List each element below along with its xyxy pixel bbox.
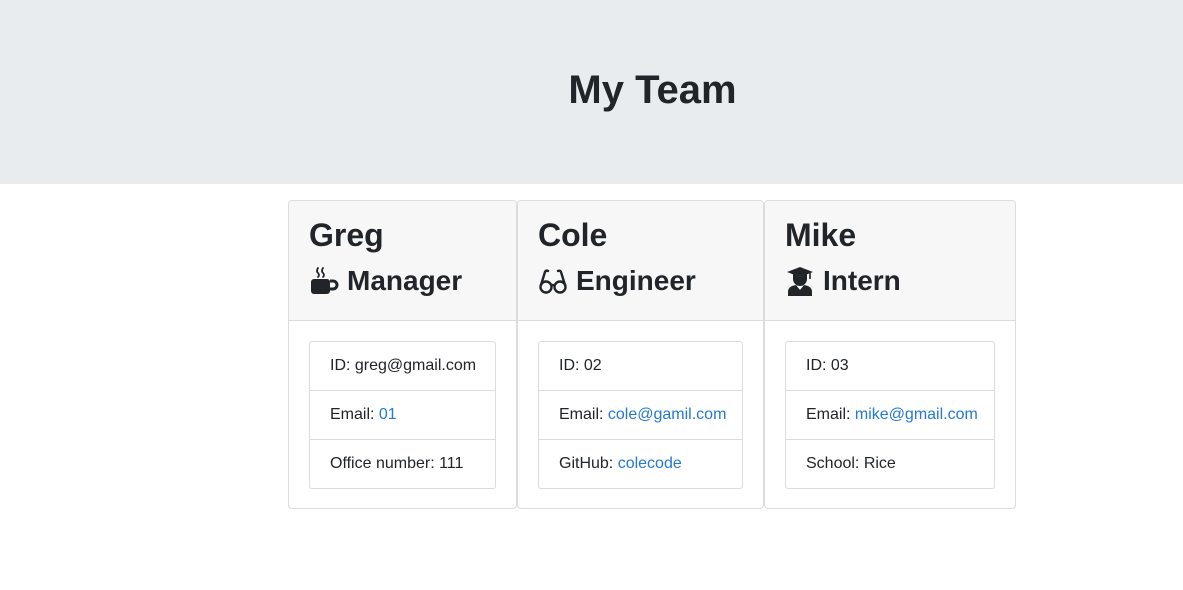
glasses-icon (538, 266, 568, 296)
email-label: Email: (806, 406, 855, 423)
email-link[interactable]: 01 (379, 406, 397, 423)
graduate-icon (785, 266, 815, 296)
card-header: Mike Intern (765, 201, 1015, 321)
employee-name: Mike (785, 217, 857, 253)
header-jumbotron: My Team (0, 0, 1183, 184)
details-list: ID: 03 Email: mike@gmail.com School: Ric… (785, 341, 995, 489)
github-link[interactable]: colecode (618, 455, 682, 472)
school-value: Rice (863, 455, 896, 472)
id-label: ID: (559, 357, 584, 374)
employee-name: Cole (538, 217, 608, 253)
card-header: Greg Manager (289, 201, 516, 321)
employee-card-mike: Mike Intern ID: 03 Email: mike@gmail.com… (764, 200, 1016, 509)
details-list: ID: greg@gmail.com Email: 01 Office numb… (309, 341, 496, 489)
office-label: Office number: (330, 455, 440, 472)
email-label: Email: (559, 406, 608, 423)
employee-role: Manager (309, 263, 462, 299)
list-item-office: Office number: 111 (310, 440, 495, 488)
role-label: Intern (823, 265, 901, 296)
list-item-email: Email: mike@gmail.com (786, 391, 994, 440)
id-value: 02 (583, 357, 602, 374)
role-label: Engineer (576, 265, 696, 296)
employee-name: Greg (309, 217, 384, 253)
mug-icon (309, 266, 339, 296)
school-label: School: (806, 455, 864, 472)
list-item-id: ID: 03 (786, 342, 994, 391)
card-header: Cole Engineer (518, 201, 763, 321)
email-link[interactable]: mike@gmail.com (855, 406, 978, 423)
employee-role: Intern (785, 263, 901, 299)
id-label: ID: (330, 357, 355, 374)
email-link[interactable]: cole@gamil.com (608, 406, 727, 423)
list-item-github: GitHub: colecode (539, 440, 742, 488)
email-label: Email: (330, 406, 379, 423)
list-item-id: ID: 02 (539, 342, 742, 391)
github-label: GitHub: (559, 455, 618, 472)
employee-role: Engineer (538, 263, 696, 299)
list-item-school: School: Rice (786, 440, 994, 488)
details-list: ID: 02 Email: cole@gamil.com GitHub: col… (538, 341, 743, 489)
id-label: ID: (806, 357, 831, 374)
employee-card-greg: Greg Manager ID: greg@gmail.com Email: 0… (288, 200, 517, 509)
list-item-email: Email: 01 (310, 391, 495, 440)
id-value: greg@gmail.com (354, 357, 477, 374)
id-value: 03 (830, 357, 849, 374)
role-label: Manager (347, 265, 463, 296)
page-title: My Team (568, 68, 737, 112)
list-item-email: Email: cole@gamil.com (539, 391, 742, 440)
employee-card-cole: Cole Engineer ID: 02 Email: cole@gamil.c… (517, 200, 764, 509)
list-item-id: ID: greg@gmail.com (310, 342, 495, 391)
office-value: 111 (439, 455, 464, 472)
